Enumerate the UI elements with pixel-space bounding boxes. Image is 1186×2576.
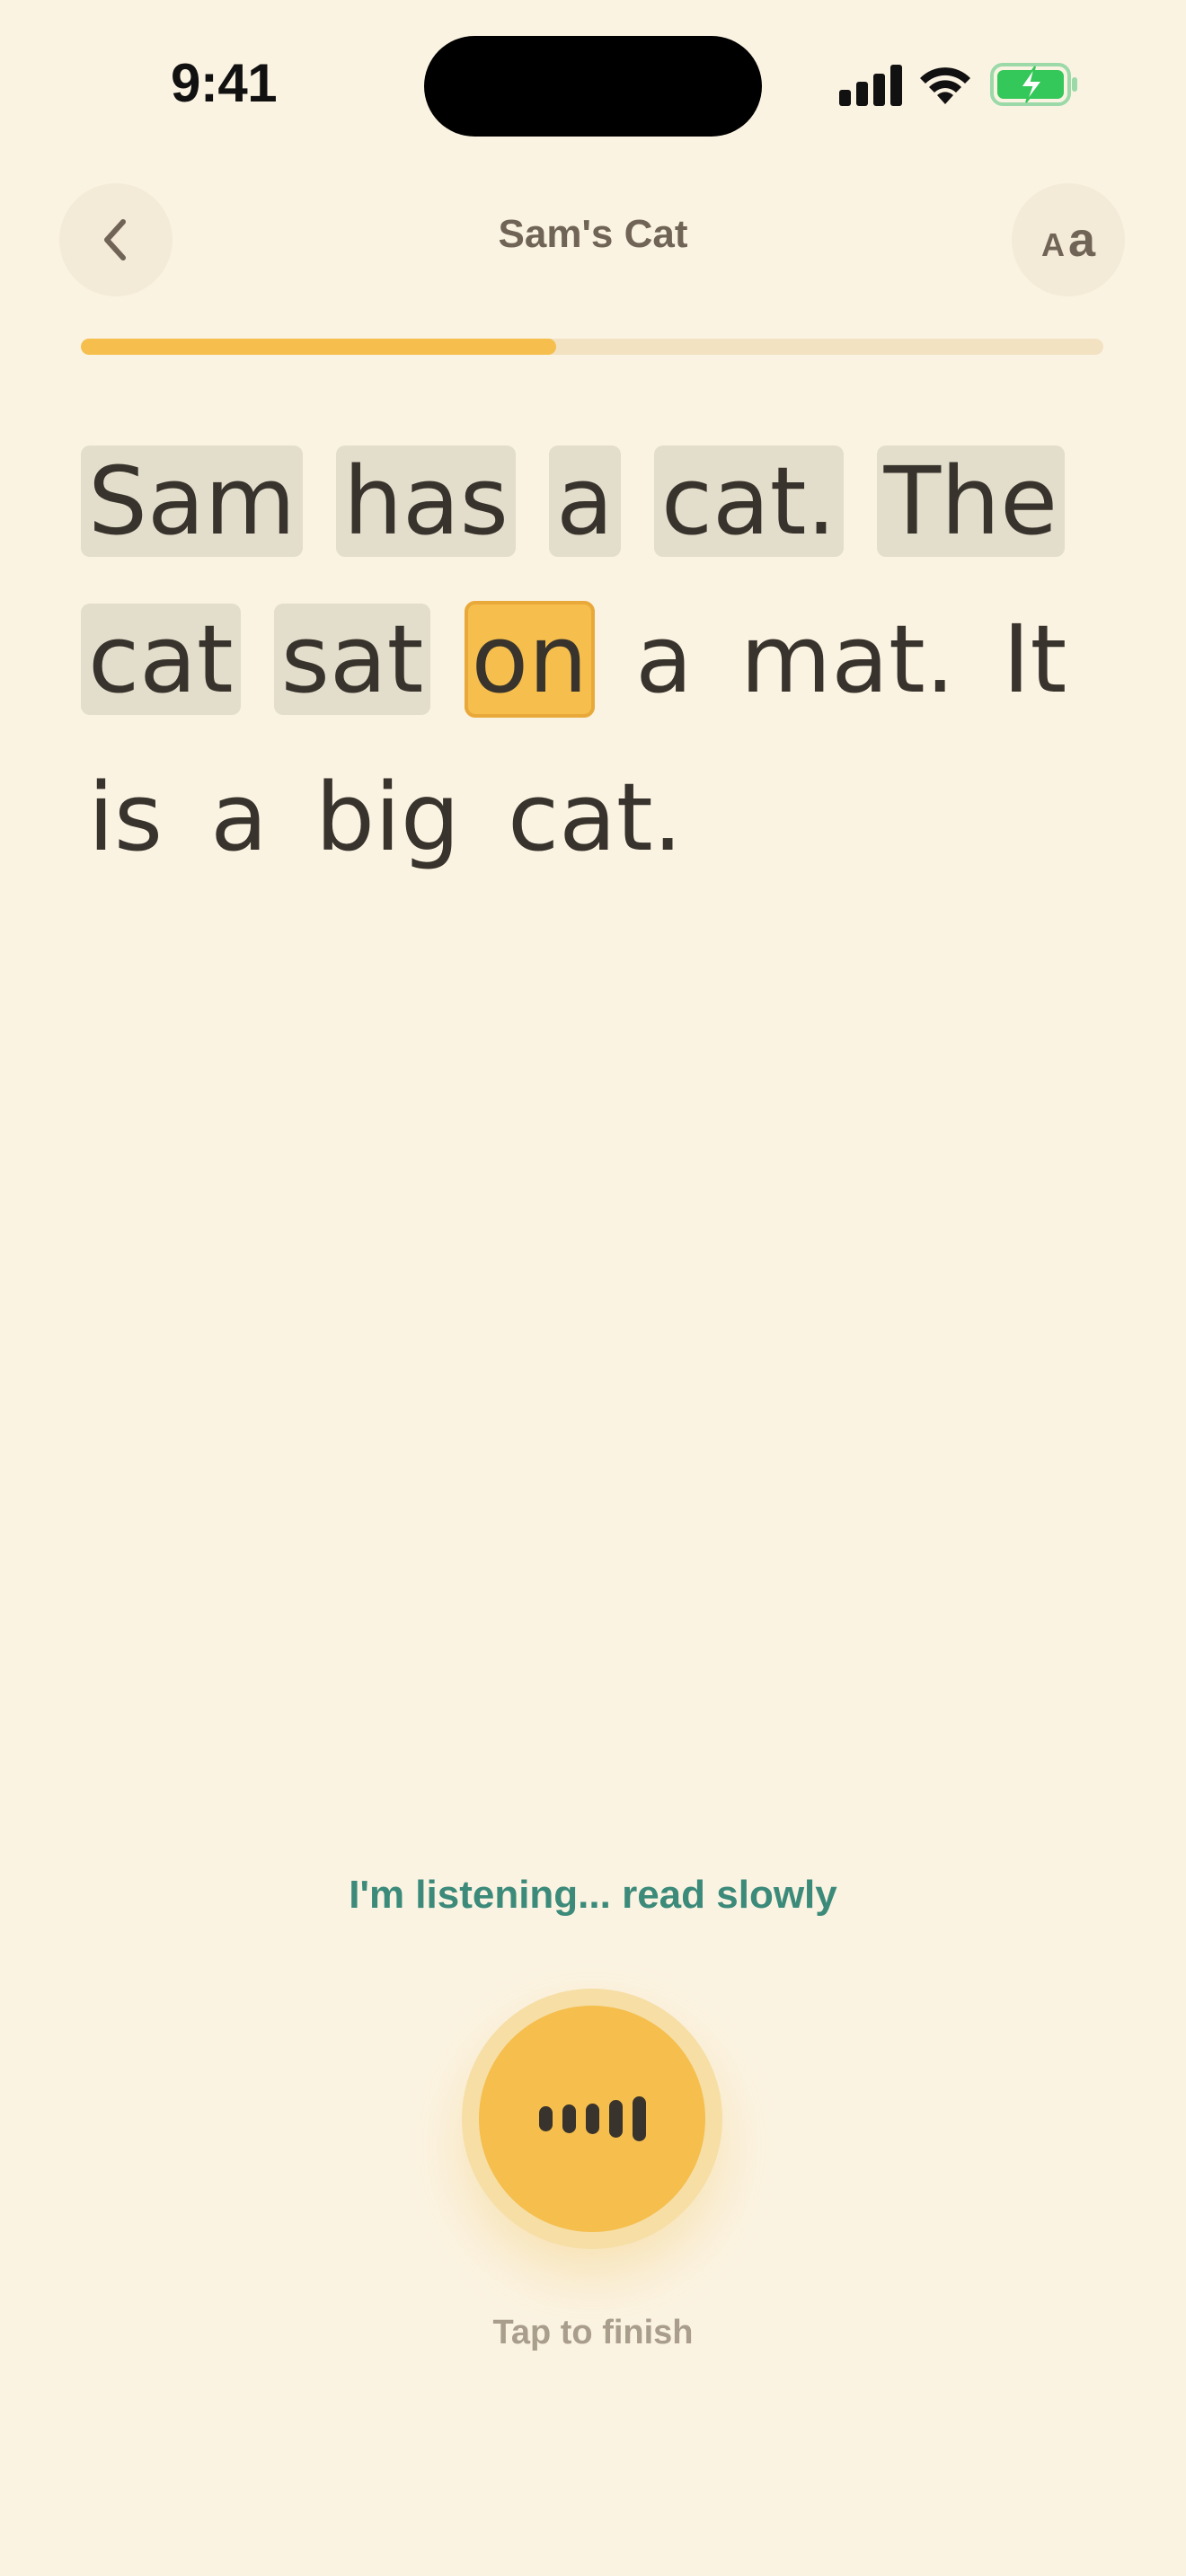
passage-word[interactable]: has	[336, 446, 516, 557]
passage-word[interactable]: sat	[273, 604, 431, 715]
reading-progress-fill	[81, 339, 557, 355]
passage-word[interactable]: Sam	[81, 446, 304, 557]
passage-word[interactable]: a	[549, 446, 621, 557]
mic-button[interactable]	[479, 2006, 705, 2232]
back-button[interactable]	[59, 183, 173, 296]
chevron-left-icon	[104, 219, 126, 260]
story-title: Sam's Cat	[498, 212, 688, 256]
text-size-button[interactable]: A a	[1012, 183, 1125, 296]
text-size-label-small: A	[1040, 226, 1065, 263]
passage-word-current[interactable]: on	[464, 601, 596, 718]
passage-word[interactable]: big	[308, 762, 467, 873]
passage-word[interactable]: mat.	[733, 604, 962, 715]
signal-icon	[839, 65, 902, 106]
status-bar: 9:41	[0, 0, 1186, 171]
passage-word[interactable]: cat	[81, 604, 241, 715]
passage-word[interactable]: a	[628, 604, 700, 715]
waveform-icon	[538, 2096, 646, 2141]
passage-word[interactable]: cat.	[653, 446, 844, 557]
finish-hint: Tap to finish	[492, 2314, 694, 2351]
reading-passage: Sam has a cat. The cat sat on a mat. It …	[81, 422, 1114, 896]
status-time: 9:41	[171, 53, 278, 113]
wifi-icon	[920, 67, 970, 104]
passage-word[interactable]: It	[996, 604, 1074, 715]
passage-word[interactable]: a	[203, 762, 275, 873]
dynamic-island	[424, 36, 762, 137]
battery-charging-icon	[990, 63, 1077, 106]
passage-word[interactable]: cat.	[500, 762, 690, 873]
text-size-label-big: a	[1067, 213, 1096, 267]
listening-status: I'm listening... read slowly	[349, 1873, 837, 1917]
passage-word[interactable]: is	[81, 762, 170, 873]
reading-progress-bar	[81, 339, 1103, 355]
passage-word[interactable]: The	[876, 446, 1066, 557]
text-size-icon: A a	[1041, 216, 1095, 264]
